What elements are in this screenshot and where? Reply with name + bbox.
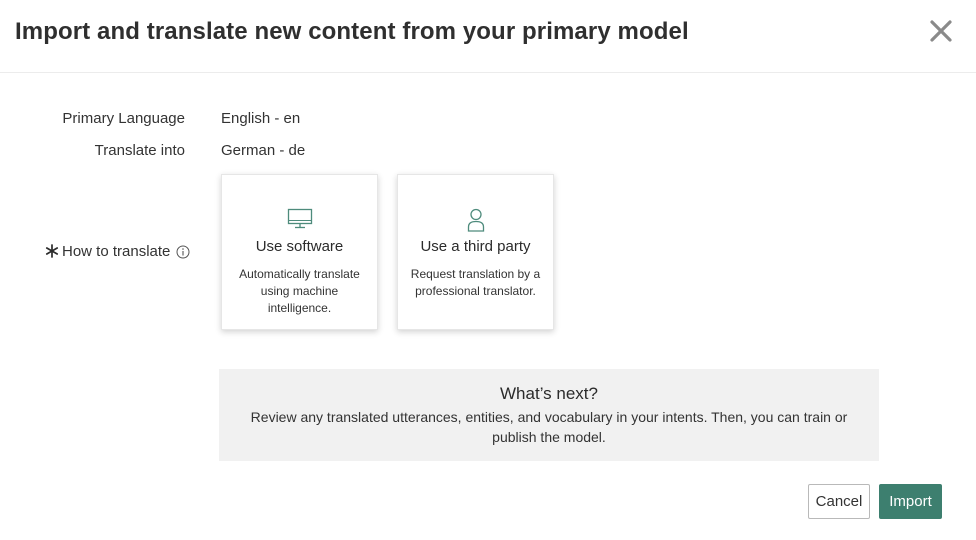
monitor-icon (222, 208, 377, 230)
option-description: Automatically translate using machine in… (239, 267, 360, 315)
primary-language-label: Primary Language (62, 110, 185, 127)
option-title: Use software (255, 238, 344, 255)
dialog-header: Import and translate new content from yo… (0, 0, 976, 73)
option-title: Use a third party (420, 238, 531, 255)
option-card-use-third-party[interactable]: Use a third party Request translation by… (397, 174, 554, 330)
whats-next-title: What’s next? (500, 384, 598, 403)
asterisk-icon (45, 244, 59, 258)
option-card-use-software[interactable]: Use software Automatically translate usi… (221, 174, 378, 330)
whats-next-body: Review any translated utterances, entiti… (250, 409, 848, 445)
primary-language-value: English - en (221, 110, 301, 127)
how-to-translate-label: How to translate (62, 242, 171, 260)
person-icon (398, 208, 553, 232)
translate-into-label: Translate into (94, 142, 185, 159)
import-button[interactable]: Import (879, 484, 942, 519)
info-icon[interactable] (176, 245, 190, 259)
import-translate-dialog: Import and translate new content from yo… (0, 0, 976, 540)
how-to-translate-label-group: How to translate (45, 241, 190, 261)
translate-into-value: German - de (221, 142, 306, 159)
close-icon[interactable] (926, 16, 956, 46)
option-description: Request translation by a professional tr… (410, 267, 541, 298)
dialog-title: Import and translate new content from yo… (15, 18, 689, 45)
whats-next-panel: What’s next? Review any translated utter… (219, 369, 879, 461)
cancel-button[interactable]: Cancel (808, 484, 870, 519)
